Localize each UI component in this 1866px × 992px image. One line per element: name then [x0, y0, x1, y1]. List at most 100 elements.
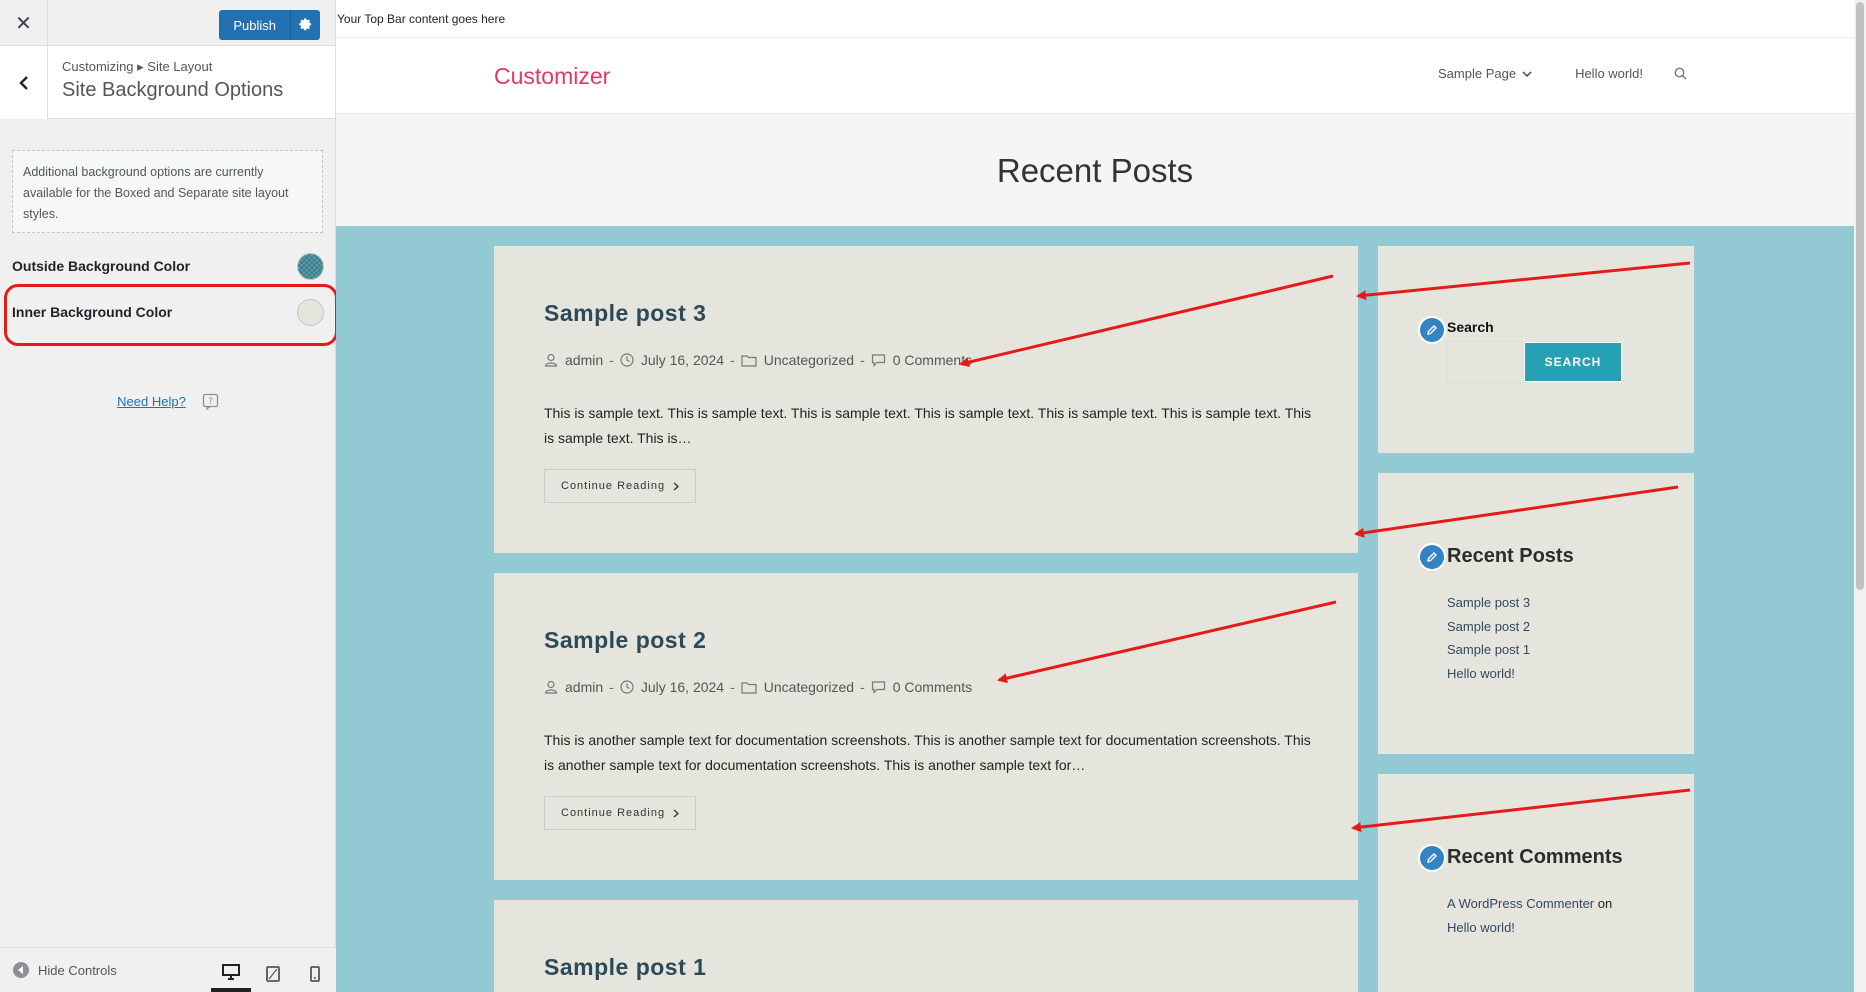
- publish-settings-button[interactable]: [290, 10, 320, 40]
- search-button[interactable]: SEARCH: [1524, 342, 1622, 382]
- comment-author-link[interactable]: A WordPress Commenter: [1447, 896, 1594, 911]
- edit-widget-button[interactable]: [1418, 844, 1446, 872]
- pencil-icon: [1427, 552, 1437, 562]
- user-icon: [544, 680, 558, 694]
- chevron-down-icon: [1522, 70, 1532, 77]
- preview-desktop-button[interactable]: [211, 956, 251, 992]
- comments-link[interactable]: 0 Comments: [893, 679, 972, 695]
- continue-reading-button[interactable]: Continue Reading: [544, 469, 697, 503]
- main-nav: Sample Page Hello world!: [1438, 66, 1687, 81]
- layout-notice: Additional background options are curren…: [12, 150, 323, 233]
- highlight-annotation: [4, 284, 338, 346]
- post-card: Sample post 2 admin - July 16, 2024 - Un…: [494, 573, 1358, 880]
- category-link[interactable]: Uncategorized: [764, 679, 854, 695]
- nav-item-label: Hello world!: [1575, 66, 1643, 81]
- chevron-left-icon: [18, 75, 28, 90]
- recent-comments-widget: Recent Comments A WordPress Commenter on…: [1378, 774, 1694, 992]
- user-icon: [544, 353, 558, 367]
- close-icon: ✕: [15, 12, 32, 35]
- author-link[interactable]: admin: [565, 679, 603, 695]
- post-excerpt: This is sample text. This is sample text…: [544, 405, 1312, 446]
- tablet-icon: [266, 966, 280, 982]
- clock-icon: [620, 680, 634, 694]
- post-comments: 0 Comments: [871, 679, 972, 695]
- customizer-header: ✕ Publish: [0, 0, 335, 46]
- search-widget: Search SEARCH: [1378, 246, 1694, 453]
- nav-item-hello-world[interactable]: Hello world!: [1575, 66, 1643, 81]
- search-icon[interactable]: [1674, 67, 1687, 80]
- post-date: July 16, 2024: [620, 679, 724, 695]
- close-customizer-button[interactable]: ✕: [0, 0, 48, 46]
- meta-separator: -: [609, 352, 614, 368]
- meta-separator: -: [730, 352, 735, 368]
- hide-controls-button[interactable]: Hide Controls: [12, 961, 117, 979]
- svg-text:?: ?: [208, 397, 213, 407]
- author-link[interactable]: admin: [565, 352, 603, 368]
- top-bar: Your Top Bar content goes here: [336, 0, 1854, 38]
- outside-background-color-label: Outside Background Color: [12, 258, 191, 274]
- back-button[interactable]: [0, 46, 48, 119]
- chevron-right-icon: [673, 808, 680, 818]
- continue-reading-button[interactable]: Continue Reading: [544, 796, 697, 830]
- recent-comment: A WordPress Commenter on Hello world!: [1447, 892, 1647, 939]
- customizer-footer: Hide Controls: [0, 947, 336, 992]
- post-category: Uncategorized: [741, 352, 854, 368]
- site-header: Customizer Sample Page Hello world!: [336, 38, 1854, 114]
- meta-separator: -: [860, 679, 865, 695]
- outside-background-color-swatch[interactable]: [297, 252, 324, 280]
- post-title[interactable]: Sample post 3: [544, 300, 706, 327]
- recent-post-link[interactable]: Sample post 3: [1447, 595, 1530, 610]
- post-author: admin: [544, 679, 603, 695]
- meta-separator: -: [730, 679, 735, 695]
- publish-button[interactable]: Publish: [219, 10, 290, 40]
- scrollbar-thumb[interactable]: [1856, 2, 1864, 590]
- post-comments: 0 Comments: [871, 352, 972, 368]
- publish-group: Publish: [219, 10, 320, 40]
- meta-separator: -: [609, 679, 614, 695]
- help-doc-icon[interactable]: ?: [202, 393, 219, 410]
- chevron-right-icon: [673, 481, 680, 491]
- meta-separator: -: [860, 352, 865, 368]
- need-help-link[interactable]: Need Help?: [117, 394, 186, 409]
- gear-icon: [298, 18, 311, 31]
- desktop-icon: [222, 964, 240, 980]
- list-item: Sample post 3: [1447, 591, 1530, 615]
- post-card: Sample post 1: [494, 900, 1358, 992]
- mobile-icon: [310, 966, 320, 982]
- recent-posts-widget: Recent Posts Sample post 3 Sample post 2…: [1378, 473, 1694, 754]
- scrollbar[interactable]: [1854, 0, 1866, 992]
- continue-reading-label: Continue Reading: [561, 807, 666, 819]
- preview-tablet-button[interactable]: [253, 956, 293, 992]
- comment-post-link[interactable]: Hello world!: [1447, 920, 1515, 935]
- recent-post-link[interactable]: Sample post 2: [1447, 619, 1530, 634]
- site-logo[interactable]: Customizer: [494, 63, 610, 90]
- nav-item-label: Sample Page: [1438, 66, 1517, 81]
- recent-post-link[interactable]: Hello world!: [1447, 666, 1515, 681]
- help-row: Need Help? ?: [0, 393, 336, 410]
- edit-widget-button[interactable]: [1418, 543, 1446, 571]
- customizer-sidebar: ✕ Publish Customizing ▸ Site Layout Site…: [0, 0, 338, 992]
- nav-item-sample-page[interactable]: Sample Page: [1438, 66, 1532, 81]
- recent-post-link[interactable]: Sample post 1: [1447, 642, 1530, 657]
- page-title: Recent Posts: [996, 152, 1194, 189]
- edit-widget-button[interactable]: [1418, 316, 1446, 344]
- preview-mobile-button[interactable]: [295, 956, 335, 992]
- post-author: admin: [544, 352, 603, 368]
- search-input[interactable]: [1447, 341, 1524, 383]
- category-link[interactable]: Uncategorized: [764, 352, 854, 368]
- breadcrumb: Customizing ▸ Site Layout: [62, 59, 213, 74]
- post-category: Uncategorized: [741, 679, 854, 695]
- post-card: Sample post 3 admin - July 16, 2024 - Un…: [494, 246, 1358, 553]
- date-text: July 16, 2024: [640, 352, 725, 368]
- comment-icon: [871, 354, 885, 367]
- recent-posts-list: Sample post 3 Sample post 2 Sample post …: [1447, 591, 1530, 685]
- post-title[interactable]: Sample post 2: [544, 627, 706, 654]
- section-header: Customizing ▸ Site Layout Site Backgroun…: [0, 46, 335, 119]
- post-excerpt: This is another sample text for document…: [544, 732, 1311, 773]
- comments-link[interactable]: 0 Comments: [893, 352, 972, 368]
- post-title[interactable]: Sample post 1: [544, 954, 706, 981]
- widget-title: Recent Posts: [1447, 545, 1574, 567]
- date-text: July 16, 2024: [640, 679, 725, 695]
- folder-icon: [741, 681, 757, 694]
- comment-icon: [871, 681, 885, 694]
